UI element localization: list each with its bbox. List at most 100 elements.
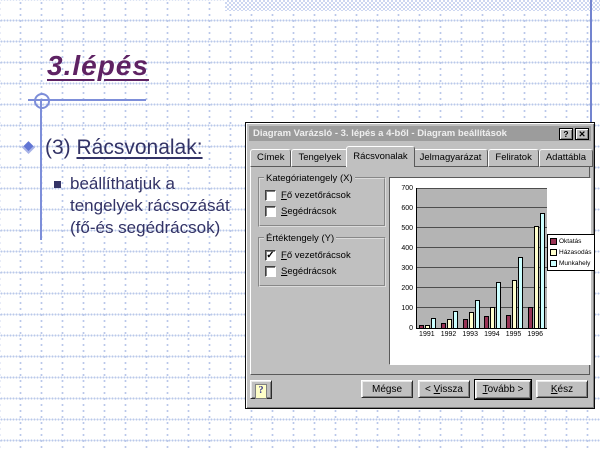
chart-legend: Oktatás Házasodás Munkahely <box>547 234 595 271</box>
tab-cimek[interactable]: Címek <box>250 149 291 167</box>
checkbox-row-y-segedracsok[interactable]: Segédrácsok <box>265 266 379 277</box>
legend-label: Munkahely <box>559 260 590 267</box>
sub-bullet: beállíthatjuk a tengelyek rácsozását (fő… <box>54 173 230 239</box>
bar-oktatás-1994 <box>484 316 489 328</box>
hatch-band <box>225 0 600 11</box>
bar-munkahely-1993 <box>475 300 480 328</box>
bar-munkahely-1991 <box>431 318 436 328</box>
gridlines-tab-page: Kategóriatengely (X) Fő vezetőrácsok Segéd… <box>250 166 590 375</box>
y-axis-label: 600 <box>391 205 413 212</box>
checkbox-row-x-fo-vezetoracsok[interactable]: Fő vezetőrácsok <box>265 190 379 201</box>
bar-házasodás-1994 <box>490 307 495 328</box>
y-axis-label: 400 <box>391 245 413 252</box>
chart-wizard-dialog: Diagram Varázsló - 3. lépés a 4-ből - Di… <box>245 122 595 409</box>
y-axis-label: 200 <box>391 285 413 292</box>
slide: 3.lépés (3) Rácsvonalak: beállíthatjuk a… <box>0 0 600 450</box>
group-label-ertektengely-y: Értéktengely (Y) <box>264 233 336 244</box>
legend-swatch <box>550 260 557 267</box>
tab-feliratok[interactable]: Feliratok <box>488 149 538 167</box>
x-axis-label: 1995 <box>503 331 525 338</box>
bar-házasodás-1993 <box>469 312 474 328</box>
x-axis-label: 1992 <box>438 331 460 338</box>
tab-racsvonalak[interactable]: Rácsvonalak <box>346 146 414 167</box>
bar-group-1995 <box>504 188 526 328</box>
y-axis-label: 700 <box>391 185 413 192</box>
bar-munkahely-1995 <box>518 257 523 328</box>
help-icon: ? <box>255 384 267 399</box>
legend-item: Házasodás <box>550 249 592 256</box>
diamond-bullet-icon <box>22 141 35 154</box>
group-kategoriatengely-x: Kategóriatengely (X)Fő vezetőrácsokSegéd… <box>258 177 386 227</box>
bullet-prefix: (3) <box>45 136 77 159</box>
legend-swatch <box>550 238 557 245</box>
bar-oktatás-1996 <box>528 307 533 328</box>
checkbox-label-y-fo-vezetoracsok: Fő vezetőrácsok <box>281 250 351 261</box>
legend-swatch <box>550 249 557 256</box>
sub-bullet-line: tengelyek rácsozását <box>70 195 230 217</box>
button-megse[interactable]: Mégse <box>361 380 413 398</box>
checkbox-row-x-segedracsok[interactable]: Segédrácsok <box>265 206 379 217</box>
bar-oktatás-1991 <box>419 325 424 328</box>
button-tovabb[interactable]: Tovább > <box>475 380 531 399</box>
x-axis-label: 1994 <box>481 331 503 338</box>
gridline-groups: Kategóriatengely (X)Fő vezetőrácsokSegéd… <box>258 177 386 297</box>
sub-bullet-line: beállíthatjuk a <box>70 173 230 195</box>
x-axis-label: 1996 <box>524 331 546 338</box>
checkbox-row-y-fo-vezetoracsok[interactable]: ✓ Fő vezetőrácsok <box>265 250 379 261</box>
checkbox-x-fo-vezetoracsok[interactable] <box>265 190 276 201</box>
chart-plot-area <box>416 188 547 329</box>
legend-label: Oktatás <box>559 238 581 245</box>
checkbox-label-x-segedracsok: Segédrácsok <box>281 206 336 217</box>
tab-adattabla[interactable]: Adattábla <box>539 149 593 167</box>
bullet-label: Rácsvonalak: <box>77 136 203 159</box>
checkbox-y-fo-vezetoracsok[interactable]: ✓ <box>265 250 276 261</box>
vertical-accent-line <box>40 100 42 240</box>
y-axis-label: 300 <box>391 265 413 272</box>
y-axis-label: 100 <box>391 305 413 312</box>
bar-group-1991 <box>417 188 439 328</box>
bar-munkahely-1994 <box>496 282 501 328</box>
group-label-kategoriatengely-x: Kategóriatengely (X) <box>264 173 355 184</box>
sub-bullet-line: (fő-és segédrácsok) <box>70 217 230 239</box>
legend-item: Munkahely <box>550 260 592 267</box>
bar-oktatás-1995 <box>506 315 511 328</box>
help-button[interactable]: ? <box>250 380 272 399</box>
dialog-title: Diagram Varázsló - 3. lépés a 4-ből - Di… <box>253 128 559 139</box>
checkbox-x-segedracsok[interactable] <box>265 206 276 217</box>
bar-oktatás-1993 <box>463 319 468 328</box>
sub-bullet-text: beállíthatjuk a tengelyek rácsozását (fő… <box>70 173 230 239</box>
close-button[interactable]: ✕ <box>575 128 589 140</box>
bar-munkahely-1996 <box>540 213 545 328</box>
tab-jelmagyarazat[interactable]: Jelmagyarázat <box>413 149 489 167</box>
bar-házasodás-1991 <box>425 325 430 328</box>
circle-decoration <box>34 93 50 109</box>
square-bullet-icon <box>54 181 61 188</box>
button-kesz[interactable]: Kész <box>536 380 588 398</box>
legend-item: Oktatás <box>550 238 592 245</box>
legend-label: Házasodás <box>559 249 592 256</box>
x-axis-label: 1993 <box>459 331 481 338</box>
checkbox-y-segedracsok[interactable] <box>265 266 276 277</box>
bar-oktatás-1992 <box>441 323 446 328</box>
bar-group-1993 <box>460 188 482 328</box>
x-axis-label: 1991 <box>416 331 438 338</box>
dialog-titlebar[interactable]: Diagram Varázsló - 3. lépés a 4-ből - Di… <box>249 126 591 141</box>
y-axis-label: 500 <box>391 225 413 232</box>
bar-group-1996 <box>525 188 547 328</box>
help-titlebar-button[interactable]: ? <box>559 128 573 140</box>
y-axis-label: 0 <box>391 325 413 332</box>
bar-házasodás-1996 <box>534 226 539 328</box>
tab-strip: CímekTengelyekRácsvonalakJelmagyarázatFe… <box>250 147 593 167</box>
checkbox-label-x-fo-vezetoracsok: Fő vezetőrácsok <box>281 190 351 201</box>
chart-preview: 0100200300400500600700199119921993199419… <box>389 177 591 365</box>
bar-group-1992 <box>439 188 461 328</box>
bullet-text: (3) Rácsvonalak: <box>45 136 203 160</box>
tab-tengelyek[interactable]: Tengelyek <box>291 149 348 167</box>
checkbox-label-y-segedracsok: Segédrácsok <box>281 266 336 277</box>
wizard-button-row: ? Mégse < Vissza Tovább > Kész <box>250 379 588 399</box>
button-vissza[interactable]: < Vissza <box>418 380 470 398</box>
bar-házasodás-1992 <box>447 319 452 328</box>
x-axis-labels: 199119921993199419951996 <box>416 331 546 338</box>
bullet-gridlines: (3) Rácsvonalak: <box>24 136 203 160</box>
slide-title: 3.lépés <box>47 50 149 82</box>
